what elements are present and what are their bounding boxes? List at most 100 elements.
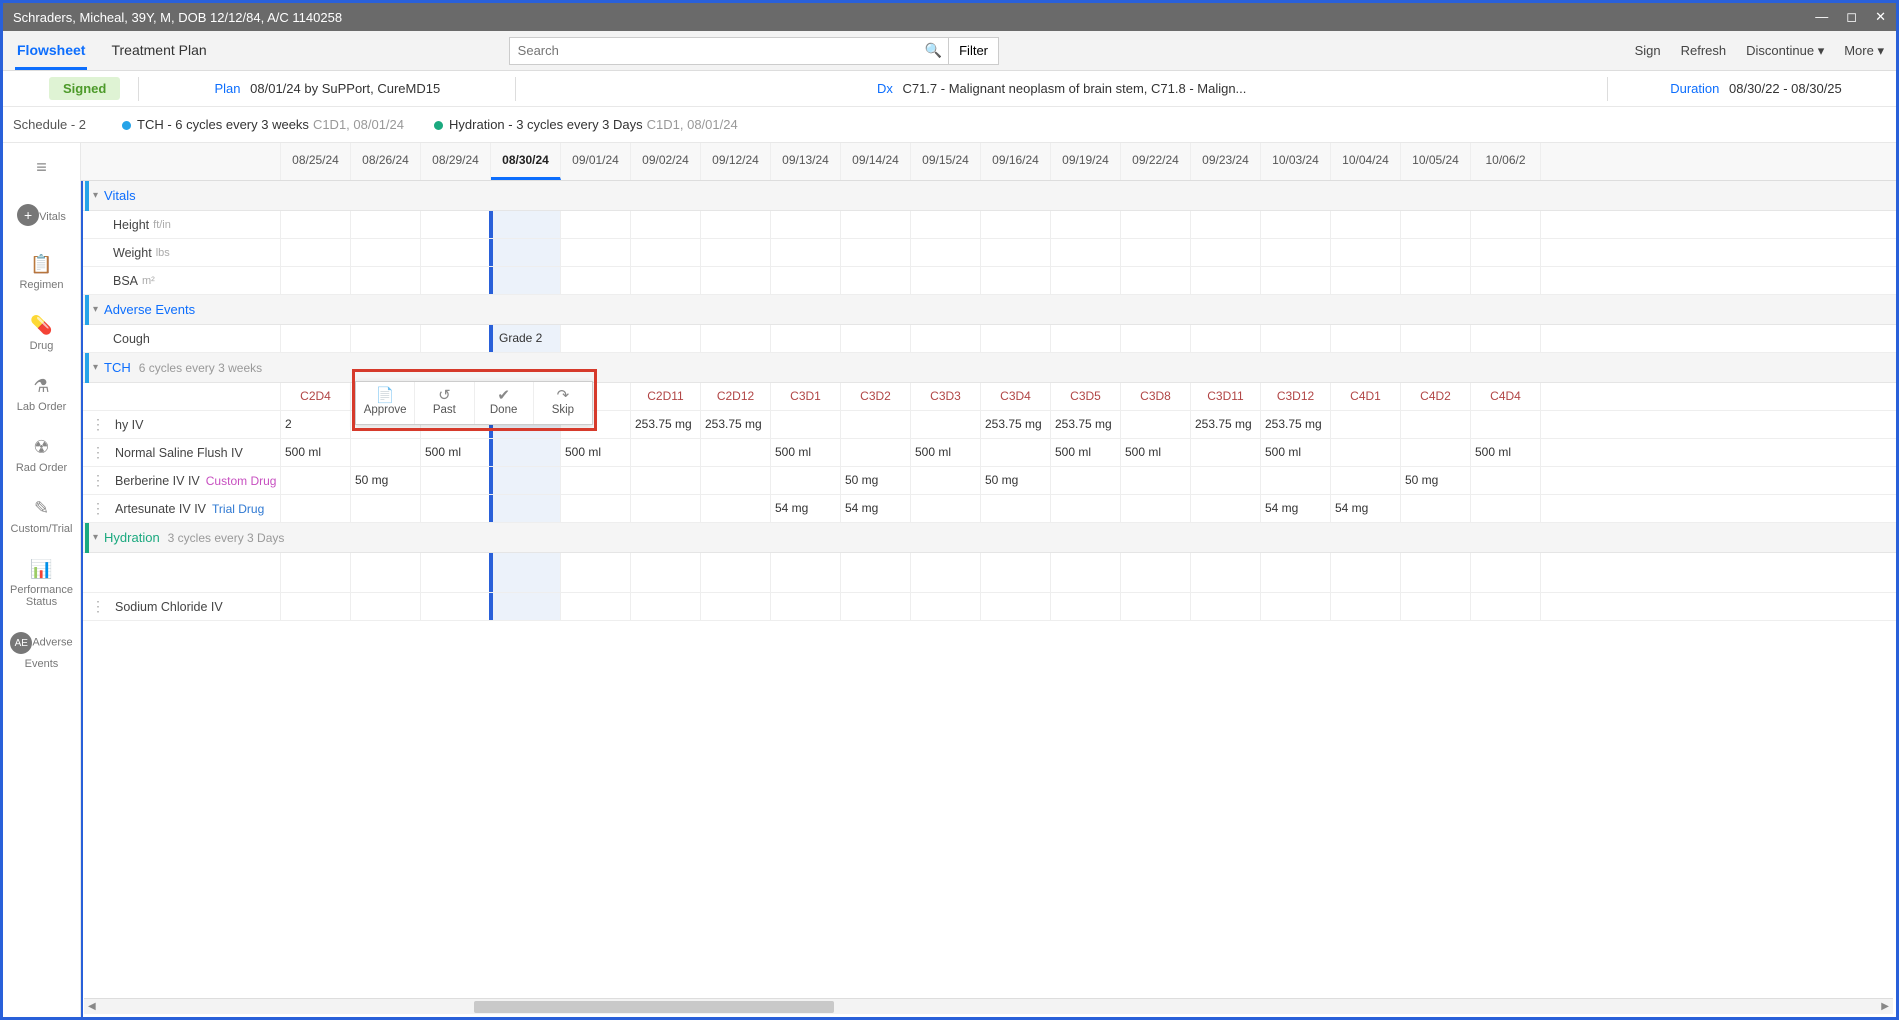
grid-cell[interactable] (281, 211, 351, 238)
grid-cell[interactable]: 500 ml (281, 439, 351, 466)
grid-cell[interactable] (281, 325, 351, 352)
grid-cell[interactable] (1471, 553, 1541, 592)
grid-cell[interactable] (421, 553, 491, 592)
date-column[interactable]: 09/23/24 (1191, 143, 1261, 180)
grid-cell[interactable] (491, 495, 561, 522)
grid-cell[interactable] (561, 325, 631, 352)
grid-cell[interactable]: 50 mg (841, 467, 911, 494)
grid-cell[interactable] (1191, 467, 1261, 494)
grid-cell[interactable]: 500 ml (1261, 439, 1331, 466)
grid-cell[interactable] (1331, 325, 1401, 352)
grid-cell[interactable] (981, 495, 1051, 522)
grid-cell[interactable] (561, 495, 631, 522)
grid-cell[interactable] (1121, 495, 1191, 522)
grid-cell[interactable] (1051, 553, 1121, 592)
grid-cell[interactable] (631, 495, 701, 522)
grid-cell[interactable] (911, 593, 981, 620)
grid-cell[interactable]: 253.75 mg (1191, 411, 1261, 438)
nav-performance-status[interactable]: 📊Performance Status (3, 547, 80, 620)
grid-cell[interactable] (1261, 553, 1331, 592)
grid-cell[interactable] (561, 211, 631, 238)
grid-cell[interactable]: 500 ml (1051, 439, 1121, 466)
date-column[interactable]: 08/30/24 (491, 143, 561, 180)
grid-cell[interactable] (631, 267, 701, 294)
grid-cell[interactable] (1191, 325, 1261, 352)
date-column[interactable]: 09/19/24 (1051, 143, 1121, 180)
action-past[interactable]: ↺Past (415, 382, 474, 424)
grid-cell[interactable] (911, 325, 981, 352)
filter-button[interactable]: Filter (948, 37, 999, 65)
grid-cell[interactable] (701, 439, 771, 466)
grid-cell[interactable] (421, 495, 491, 522)
grid-cell[interactable]: 253.75 mg (1261, 411, 1331, 438)
date-column[interactable]: 09/22/24 (1121, 143, 1191, 180)
grid-cell[interactable] (841, 211, 911, 238)
close-icon[interactable]: ✕ (1875, 9, 1886, 25)
grid-cell[interactable]: 253.75 mg (1051, 411, 1121, 438)
grid-cell[interactable] (911, 267, 981, 294)
grid-cell[interactable] (1401, 239, 1471, 266)
grid-cell[interactable] (491, 553, 561, 592)
grid-cell[interactable] (281, 467, 351, 494)
grid-cell[interactable] (1191, 553, 1261, 592)
grid-cell[interactable] (421, 239, 491, 266)
nav-vitals[interactable]: +Vitals (3, 192, 80, 242)
grid-cell[interactable] (631, 211, 701, 238)
grid-cell[interactable] (701, 239, 771, 266)
grid-cell[interactable] (281, 495, 351, 522)
nav-adverse-events[interactable]: AEAdverse Events (3, 620, 80, 682)
grid-cell[interactable] (1051, 211, 1121, 238)
grid-cell[interactable] (1471, 467, 1541, 494)
grid-cell[interactable] (1191, 267, 1261, 294)
grid-cell[interactable] (351, 239, 421, 266)
grid-cell[interactable] (281, 553, 351, 592)
grid-cell[interactable] (841, 325, 911, 352)
grid-cell[interactable] (771, 239, 841, 266)
grid-cell[interactable]: 54 mg (771, 495, 841, 522)
grid-cell[interactable] (1121, 325, 1191, 352)
grid-cell[interactable] (491, 593, 561, 620)
grid-cell[interactable] (631, 553, 701, 592)
grid-cell[interactable] (911, 467, 981, 494)
grid-cell[interactable] (841, 411, 911, 438)
grid-cell[interactable] (491, 439, 561, 466)
nav-rad-order[interactable]: ☢Rad Order (3, 425, 80, 486)
date-column[interactable]: 10/04/24 (1331, 143, 1401, 180)
grid-cell[interactable] (1331, 467, 1401, 494)
grid-cell[interactable] (1471, 239, 1541, 266)
grid-cell[interactable] (1261, 593, 1331, 620)
grid-cell[interactable] (421, 593, 491, 620)
grid-cell[interactable] (841, 593, 911, 620)
grid-cell[interactable] (351, 495, 421, 522)
refresh-button[interactable]: Refresh (1681, 43, 1727, 58)
date-column[interactable]: 08/29/24 (421, 143, 491, 180)
grid-cell[interactable] (1261, 325, 1331, 352)
grid-cell[interactable] (701, 593, 771, 620)
date-column[interactable]: 09/13/24 (771, 143, 841, 180)
grid-cell[interactable] (911, 239, 981, 266)
grid-cell[interactable] (1401, 553, 1471, 592)
grid-cell[interactable] (1331, 553, 1401, 592)
minimize-icon[interactable]: — (1815, 9, 1828, 25)
grid-cell[interactable]: 500 ml (771, 439, 841, 466)
grid-cell[interactable] (281, 593, 351, 620)
grid-cell[interactable]: 54 mg (1261, 495, 1331, 522)
grid-cell[interactable] (1121, 239, 1191, 266)
tab-treatment-plan[interactable]: Treatment Plan (109, 33, 208, 69)
grid-cell[interactable]: 50 mg (1401, 467, 1471, 494)
nav-regimen[interactable]: 📋Regimen (3, 242, 80, 303)
grid-cell[interactable] (1471, 593, 1541, 620)
grid-cell[interactable] (1261, 467, 1331, 494)
grid-cell[interactable] (421, 267, 491, 294)
grid-cell[interactable] (771, 325, 841, 352)
grid-cell[interactable]: 500 ml (1471, 439, 1541, 466)
grid-cell[interactable] (771, 467, 841, 494)
grid-cell[interactable] (1401, 411, 1471, 438)
grid-cell[interactable] (421, 467, 491, 494)
grid-cell[interactable] (421, 211, 491, 238)
search-input[interactable] (509, 37, 949, 65)
grid-cell[interactable]: 54 mg (1331, 495, 1401, 522)
grid-cell[interactable] (1471, 411, 1541, 438)
grid-cell[interactable] (1051, 467, 1121, 494)
grid-cell[interactable] (1401, 439, 1471, 466)
